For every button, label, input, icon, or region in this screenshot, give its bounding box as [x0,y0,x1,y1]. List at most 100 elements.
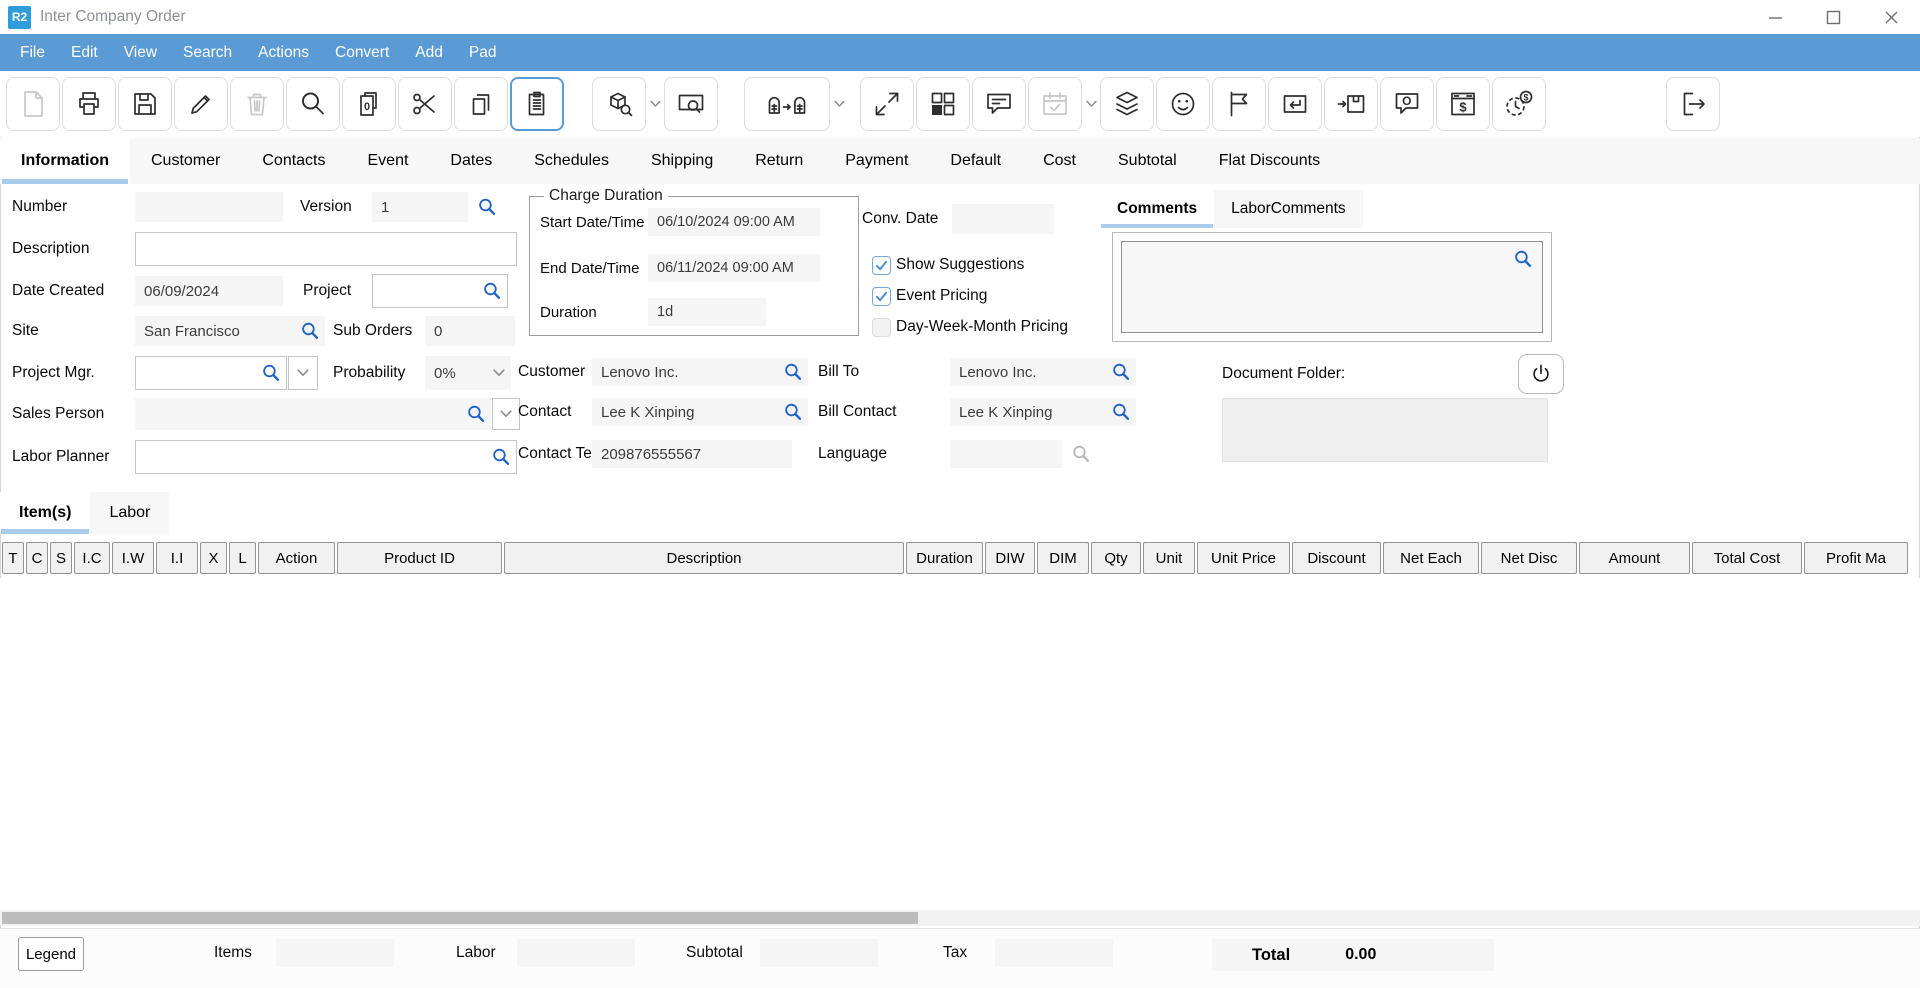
tab-default[interactable]: Default [929,138,1022,184]
labor-planner-field[interactable] [135,440,517,474]
contact-search-icon[interactable] [782,401,804,423]
probability-select[interactable]: 0% [425,356,511,390]
column-i-w[interactable]: I.W [112,542,154,574]
language-field[interactable] [950,440,1062,468]
scrollbar-thumb[interactable] [2,912,918,924]
toolbar-screen-search-button[interactable] [664,77,718,131]
description-field[interactable] [135,232,517,266]
checked-checkbox-icon[interactable] [872,256,891,275]
sales-person-dropdown[interactable] [492,398,520,430]
tab-item-s[interactable]: Item(s) [0,492,90,534]
tab-dates[interactable]: Dates [429,138,513,184]
toolbar-expand-button[interactable] [860,77,914,131]
column-total-cost[interactable]: Total Cost [1692,542,1802,574]
tab-schedules[interactable]: Schedules [513,138,630,184]
toolbar-quote-bubble-button[interactable]: O [1380,77,1434,131]
sales-person-field[interactable] [135,398,491,430]
version-field[interactable]: 1 [372,192,468,222]
version-search-icon[interactable] [476,196,498,218]
menu-pad[interactable]: Pad [456,34,510,71]
tab-cost[interactable]: Cost [1022,138,1097,184]
checkbox-day-week-month-pricing[interactable]: Day-Week-Month Pricing [872,316,1068,338]
labor-planner-search-icon[interactable] [490,446,512,468]
site-search-icon[interactable] [299,320,321,342]
close-button[interactable] [1862,0,1920,34]
column-unit-price[interactable]: Unit Price [1197,542,1290,574]
toolbar-billing-clock-button[interactable]: $ [1492,77,1546,131]
column-discount[interactable]: Discount [1292,542,1381,574]
toolbar-comment-button[interactable] [972,77,1026,131]
column-qty[interactable]: Qty [1091,542,1141,574]
column-profit-ma[interactable]: Profit Ma [1804,542,1908,574]
menu-edit[interactable]: Edit [58,34,111,71]
toolbar-paste-button[interactable] [510,77,564,131]
sales-person-search-icon[interactable] [465,403,487,425]
toolbar-save-button[interactable] [118,77,172,131]
minimize-button[interactable] [1746,0,1804,34]
tab-labor[interactable]: Labor [90,492,169,534]
project-mgr-dropdown[interactable] [288,356,318,390]
tab-event[interactable]: Event [347,138,430,184]
customer-field[interactable]: Lenovo Inc. [592,358,808,386]
bill-contact-field[interactable]: Lee K Xinping [950,398,1136,426]
column-duration[interactable]: Duration [906,542,983,574]
checkbox-show-suggestions[interactable]: Show Suggestions [872,254,1068,276]
legend-button[interactable]: Legend [18,937,84,971]
column-l[interactable]: L [229,542,256,574]
toolbar-new-document-button[interactable] [6,77,60,131]
project-field[interactable] [372,274,508,308]
column-product-id[interactable]: Product ID [337,542,502,574]
tab-comments[interactable]: Comments [1100,190,1214,228]
start-datetime-field[interactable]: 06/10/2024 09:00 AM [648,208,820,236]
tab-shipping[interactable]: Shipping [630,138,734,184]
dropdown-chevron-icon[interactable] [1084,77,1098,131]
menu-file[interactable]: File [7,34,58,71]
project-mgr-field[interactable] [135,356,287,390]
end-datetime-field[interactable]: 06/11/2024 09:00 AM [648,254,820,282]
toolbar-tile-view-button[interactable] [916,77,970,131]
column-unit[interactable]: Unit [1143,542,1195,574]
toolbar-cut-scissors-button[interactable] [398,77,452,131]
date-created-field[interactable]: 06/09/2024 [135,276,283,306]
project-mgr-search-icon[interactable] [260,362,282,384]
menu-search[interactable]: Search [170,34,245,71]
tab-payment[interactable]: Payment [824,138,929,184]
column-net-disc[interactable]: Net Disc [1481,542,1577,574]
checked-checkbox-icon[interactable] [872,287,891,306]
toolbar-flag-button[interactable] [1212,77,1266,131]
column-description[interactable]: Description [504,542,904,574]
tab-customer[interactable]: Customer [130,138,241,184]
contact-field[interactable]: Lee K Xinping [592,398,808,426]
toolbar-site-transfer-button[interactable] [744,77,830,131]
bill-to-search-icon[interactable] [1110,361,1132,383]
column-i-c[interactable]: I.C [74,542,110,574]
column-diw[interactable]: DIW [985,542,1035,574]
dropdown-chevron-icon[interactable] [648,77,662,131]
tab-return[interactable]: Return [734,138,824,184]
unchecked-checkbox-icon[interactable] [872,318,891,337]
number-field[interactable] [135,192,283,222]
toolbar-product-search-button[interactable] [592,77,646,131]
bill-contact-search-icon[interactable] [1110,401,1132,423]
tab-information[interactable]: Information [0,138,130,184]
tab-flat-discounts[interactable]: Flat Discounts [1198,138,1341,184]
column-s[interactable]: S [50,542,72,574]
bill-to-field[interactable]: Lenovo Inc. [950,358,1136,386]
toolbar-layers-button[interactable] [1100,77,1154,131]
column-dim[interactable]: DIM [1037,542,1089,574]
toolbar-calendar-check-button[interactable] [1028,77,1082,131]
tab-contacts[interactable]: Contacts [241,138,346,184]
toolbar-copy-button[interactable] [454,77,508,131]
document-folder-box[interactable] [1222,398,1548,462]
horizontal-scrollbar[interactable] [0,910,1920,926]
toolbar-exit-button[interactable] [1666,77,1720,131]
menu-actions[interactable]: Actions [245,34,322,71]
toolbar-invoice-button[interactable]: $ [1436,77,1490,131]
checkbox-event-pricing[interactable]: Event Pricing [872,285,1068,307]
customer-search-icon[interactable] [782,361,804,383]
items-table-body[interactable] [0,578,1920,910]
toolbar-search-button[interactable] [286,77,340,131]
column-t[interactable]: T [2,542,24,574]
document-folder-button[interactable] [1518,354,1564,394]
maximize-button[interactable] [1804,0,1862,34]
